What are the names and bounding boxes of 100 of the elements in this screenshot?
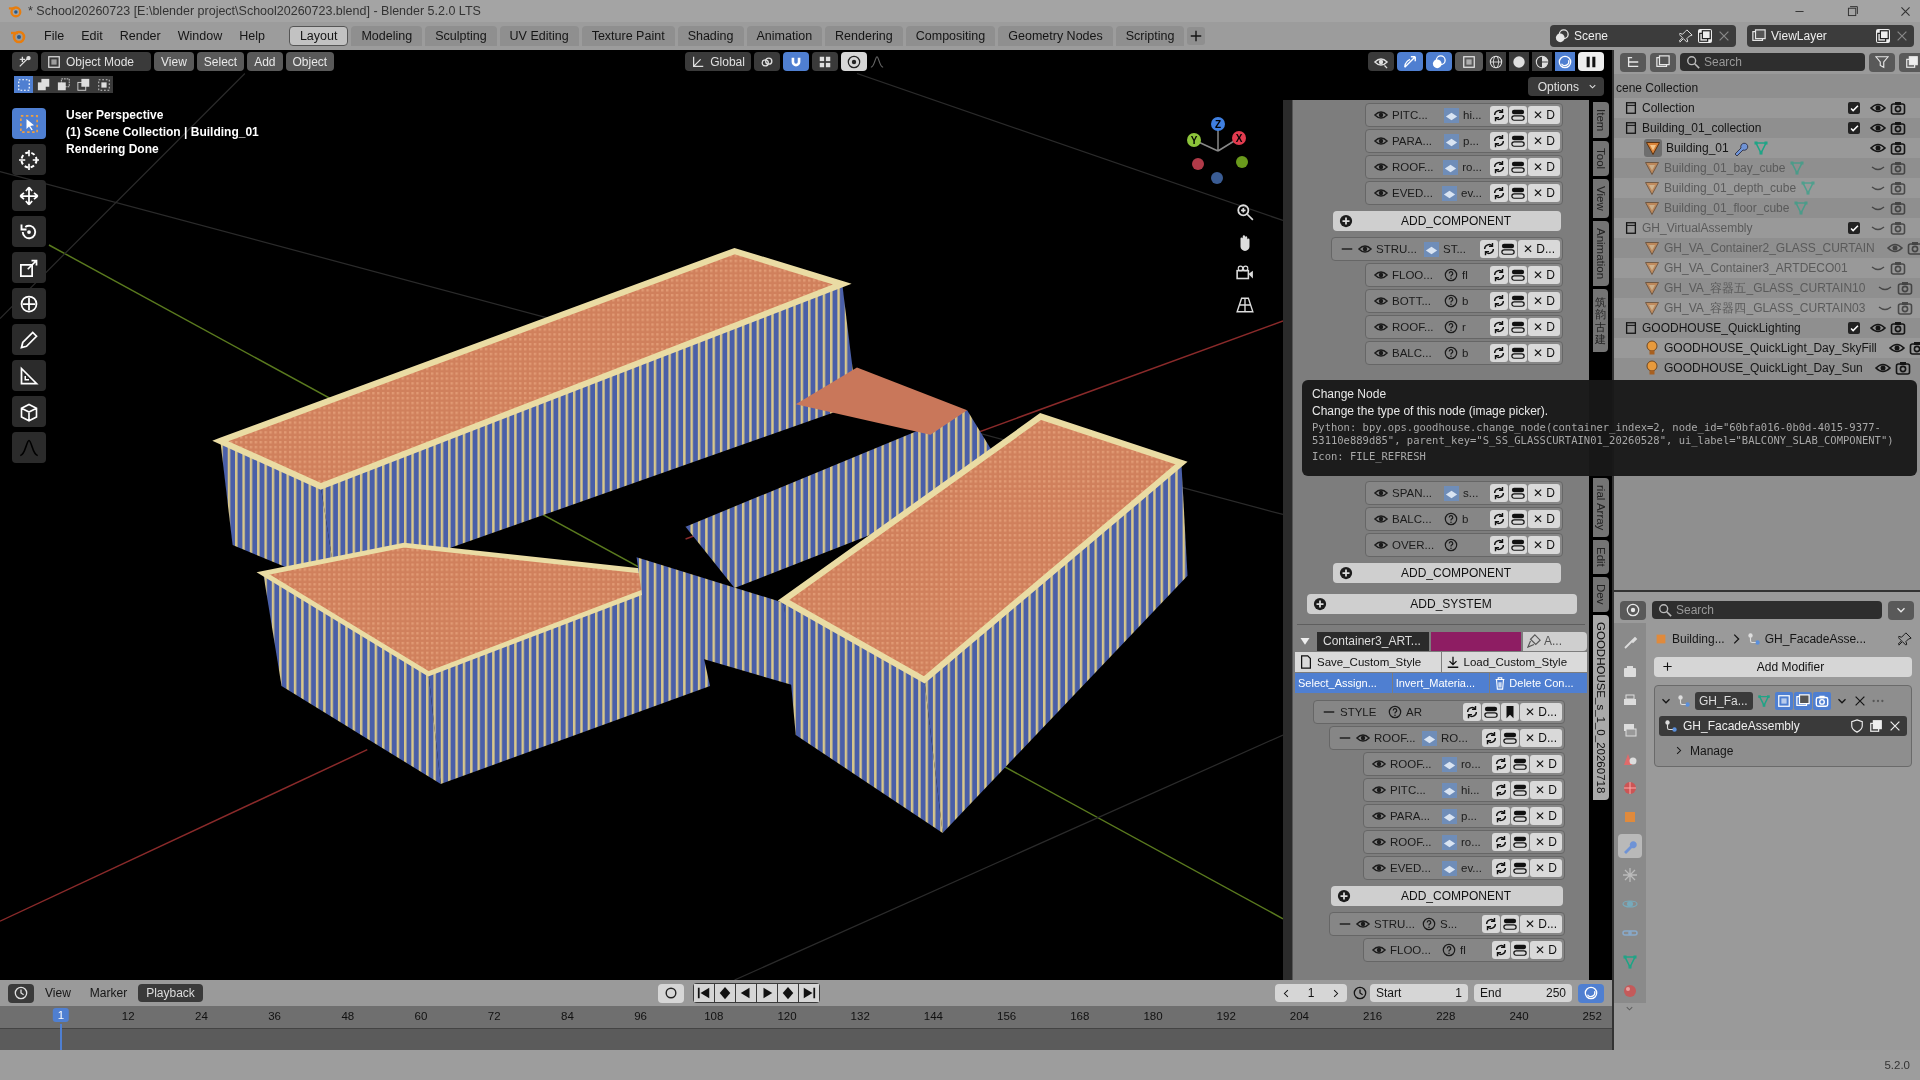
search-field[interactable]: Search [1652, 601, 1882, 620]
node-row[interactable]: STRU... S... ✕ D... [1329, 912, 1565, 936]
header-menu[interactable]: Select [196, 52, 245, 71]
add-button[interactable]: ADD_COMPONENT [1331, 886, 1563, 906]
node-row[interactable]: ROOF... ro... ✕ D [1365, 155, 1563, 179]
workspace-tab[interactable]: Compositing [905, 26, 996, 46]
delete-button[interactable]: ✕ D... [1520, 703, 1562, 721]
search-field[interactable]: Search [1680, 53, 1865, 71]
header-menu[interactable]: Add [247, 52, 283, 71]
node-row[interactable]: SPAN... s... ✕ D [1365, 481, 1563, 505]
delete-button[interactable]: ✕ D [1528, 318, 1560, 336]
subpanel-header[interactable]: Manage [1659, 741, 1907, 760]
outliner-row[interactable]: GOODHOUSE_QuickLight_Day_SkyFill [1614, 338, 1920, 358]
delete-button[interactable]: ✕ D... [1520, 915, 1562, 933]
workspace-tab[interactable]: Geometry Nodes [998, 26, 1113, 46]
node-row[interactable]: EVED... ev... ✕ D [1365, 181, 1563, 205]
delete-button[interactable]: ✕ D [1528, 292, 1560, 310]
sidebar-tab[interactable]: View [1592, 179, 1609, 219]
header-menu[interactable]: View [154, 52, 194, 71]
menu-item[interactable]: File [37, 26, 72, 46]
delete-button[interactable]: ✕ D [1528, 158, 1560, 176]
header-menu[interactable]: Object [285, 52, 335, 71]
modifier-name-field[interactable]: GH_Fa... [1695, 691, 1753, 710]
delete-button[interactable]: ✕ D [1528, 484, 1560, 502]
node-row[interactable]: STRU... ST... ✕ D... [1331, 237, 1563, 261]
workspace-tab[interactable]: Rendering [825, 26, 903, 46]
node-row[interactable]: PARA... p... ✕ D [1363, 804, 1565, 828]
current-frame-field[interactable]: 1 [1275, 984, 1347, 1002]
mode-dropdown[interactable]: Object Mode [41, 52, 151, 71]
delete-button[interactable]: ✕ D [1528, 106, 1560, 124]
delete-button[interactable]: ✕ D [1528, 536, 1560, 554]
add-modifier-button[interactable]: Add Modifier [1654, 656, 1912, 677]
axis-handle[interactable]: Y [1187, 133, 1201, 147]
delete-button[interactable]: ✕ D [1530, 781, 1562, 799]
outliner-row[interactable]: Building_01 [1614, 138, 1920, 158]
outliner-root[interactable]: cene Collection [1614, 78, 1920, 98]
scene-selector[interactable]: Scene [1550, 25, 1736, 47]
action-button[interactable]: Delete Con... [1490, 673, 1587, 693]
sidebar-tab[interactable]: Edit [1592, 540, 1609, 575]
delete-button[interactable]: ✕ D [1530, 833, 1562, 851]
node-row[interactable]: PARA... p... ✕ D [1365, 129, 1563, 153]
header-menu[interactable]: Playback [138, 984, 203, 1002]
delete-button[interactable]: ✕ D [1528, 184, 1560, 202]
node-row[interactable]: BALC... b ✕ D [1365, 341, 1563, 365]
workspace-tab[interactable]: Scripting [1115, 26, 1185, 46]
workspace-tab[interactable]: Modeling [351, 26, 423, 46]
header-menu[interactable]: Marker [81, 984, 136, 1002]
delete-button[interactable]: ✕ D [1530, 807, 1562, 825]
delete-button[interactable]: ✕ D [1530, 755, 1562, 773]
brush-button[interactable]: A... [1523, 631, 1587, 651]
container-name-field[interactable]: Container3_ART... [1317, 631, 1429, 651]
workspace-tab[interactable]: UV Editing [499, 26, 579, 46]
node-row[interactable]: OVER... ✕ D [1365, 533, 1563, 557]
node-group-field[interactable]: GH_FacadeAssembly [1659, 715, 1907, 736]
node-row[interactable]: BOTT... b ✕ D [1365, 289, 1563, 313]
delete-button[interactable]: ✕ D... [1520, 729, 1562, 747]
node-row[interactable]: ROOF... r ✕ D [1365, 315, 1563, 339]
menu-item[interactable]: Window [170, 26, 230, 46]
delete-button[interactable]: ✕ D... [1518, 240, 1560, 258]
add-button[interactable]: ADD_SYSTEM [1307, 594, 1577, 614]
sidebar-tab[interactable]: Animation [1592, 221, 1609, 287]
workspace-tab[interactable]: Animation [746, 26, 823, 46]
delete-button[interactable]: ✕ D [1528, 344, 1560, 362]
delete-button[interactable]: ✕ D [1530, 859, 1562, 877]
node-row[interactable]: ROOF... RO... ✕ D... [1329, 726, 1565, 750]
menu-item[interactable]: Render [112, 26, 168, 46]
workspace-tab[interactable]: Texture Paint [581, 26, 675, 46]
node-row[interactable]: STYLE AR ✕ D... [1313, 700, 1565, 724]
sidebar-tab[interactable]: 筑韵古建 [1593, 289, 1608, 352]
sidebar-tab[interactable]: GOODHOUSE_s_1_0_20260718 [1592, 614, 1609, 800]
style-button[interactable]: Load_Custom_Style [1441, 652, 1587, 672]
node-row[interactable]: FLOO... fl ✕ D [1365, 263, 1563, 287]
action-button[interactable]: Select_Assign... [1295, 673, 1392, 693]
view-layer-selector[interactable]: ViewLayer [1747, 25, 1914, 47]
menu-item[interactable]: Edit [74, 26, 110, 46]
node-row[interactable]: ROOF... ro... ✕ D [1363, 830, 1565, 854]
current-frame-marker[interactable]: 1 [52, 1008, 70, 1022]
menu-item[interactable]: Help [232, 26, 272, 46]
workspace-tab[interactable]: Sculpting [425, 26, 497, 46]
delete-button[interactable]: ✕ D [1528, 132, 1560, 150]
axis-handle[interactable]: X [1232, 131, 1246, 145]
orientation-dropdown[interactable]: Global [685, 52, 751, 71]
node-row[interactable]: BALC... b ✕ D [1365, 507, 1563, 531]
add-button[interactable]: ADD_COMPONENT [1333, 563, 1561, 583]
workspace-tab[interactable]: Shading [677, 26, 744, 46]
node-row[interactable]: ROOF... ro... ✕ D [1363, 752, 1565, 776]
end-frame-field[interactable]: End 250 [1474, 984, 1572, 1002]
node-row[interactable]: PITC... hi... ✕ D [1363, 778, 1565, 802]
sidebar-tab[interactable]: Dev [1592, 577, 1609, 612]
node-row[interactable]: EVED... ev... ✕ D [1363, 856, 1565, 880]
action-button[interactable]: Invert_Materia... [1392, 673, 1490, 693]
sidebar-tab[interactable]: Item [1592, 102, 1609, 139]
delete-button[interactable]: ✕ D [1528, 266, 1560, 284]
delete-button[interactable]: ✕ D [1530, 941, 1562, 959]
add-button[interactable]: ADD_COMPONENT [1333, 211, 1561, 231]
outliner-row[interactable]: Collection [1614, 98, 1920, 118]
delete-button[interactable]: ✕ D [1528, 510, 1560, 528]
header-menu[interactable]: View [37, 984, 79, 1002]
node-row[interactable]: FLOO... fl ✕ D [1363, 938, 1565, 962]
start-frame-field[interactable]: Start 1 [1370, 984, 1468, 1002]
